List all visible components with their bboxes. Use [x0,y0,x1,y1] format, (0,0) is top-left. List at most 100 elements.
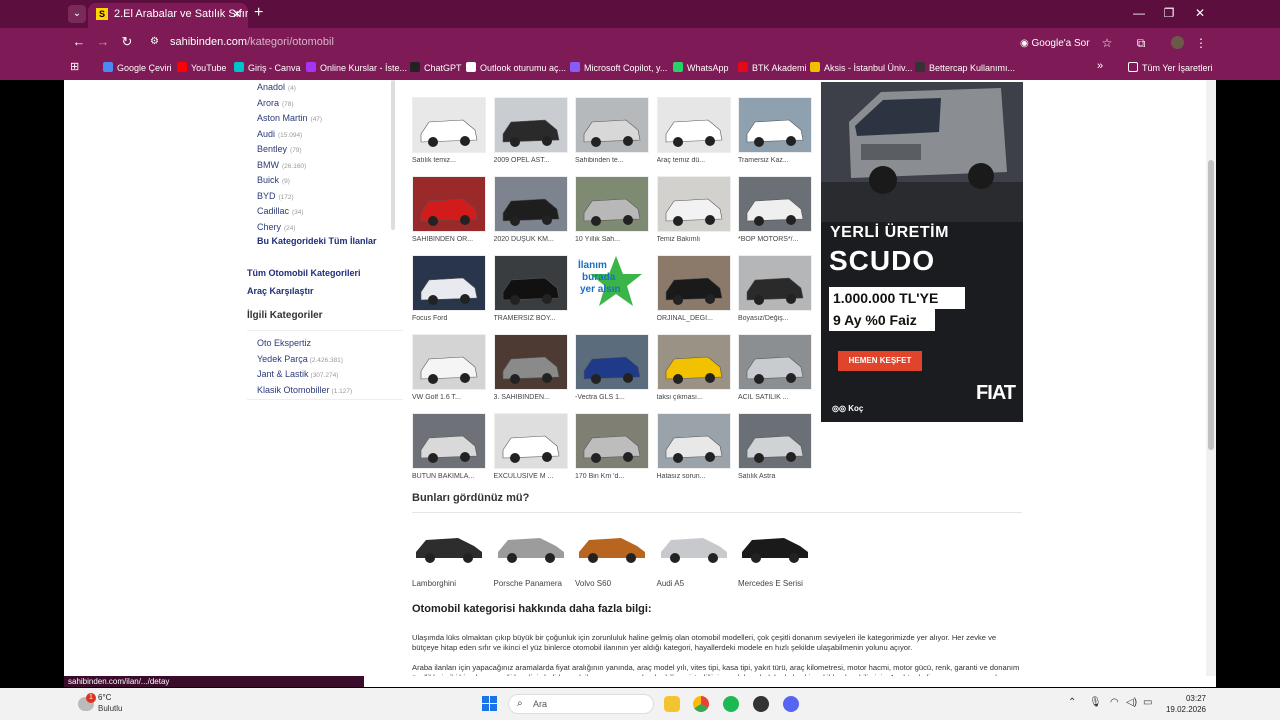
listing-thumbnail[interactable]: Araç temiz dü... [656,97,731,169]
listing-thumbnail[interactable]: 3. SAHİBİNDEN... [493,334,568,406]
window-close-icon[interactable]: ✕ [1193,6,1207,20]
bookmark-item[interactable]: YouTube [177,62,226,73]
listing-thumbnail[interactable]: 10 Yıllık Sah... [575,176,649,248]
apps-grid-icon[interactable]: ⊞ [70,60,79,73]
brand-item[interactable]: BYD (172) [257,191,397,207]
tab-close-icon[interactable]: ✕ [232,3,242,25]
brand-item[interactable]: Anadol (4) [257,82,397,98]
brand-item[interactable]: Arora (78) [257,98,397,114]
related-category-item[interactable]: Yedek Parça (2.426.381) [257,354,343,364]
chrome-icon[interactable] [693,696,709,712]
page-scrollbar[interactable] [1206,80,1216,676]
listing-thumbnail[interactable]: Sahibinden te... [575,97,649,169]
tab-search-icon[interactable]: ⌄ [68,5,86,23]
related-category-item[interactable]: Klasik Otomobiller (1.127) [257,385,352,395]
listing-thumbnail[interactable]: Tramersiz Kaz... [738,97,812,169]
bookmark-item[interactable]: BTK Akademi [738,62,807,73]
weather-widget[interactable]: 1 6°C Bulutlu [78,693,148,717]
listing-thumbnail[interactable]: ACİL SATILIK ... [738,334,812,406]
bookmark-item[interactable]: WhatsApp [673,62,729,73]
bookmarks-overflow-icon[interactable]: » [1097,60,1103,72]
ask-google-button[interactable]: ◉ Google'a Sor [1020,38,1090,49]
related-category-item[interactable]: Jant & Lastik (307.274) [257,369,338,379]
bookmark-item[interactable]: Bettercap Kullanımı... [915,62,1015,73]
suggested-car-label[interactable]: Lamborghini [412,579,456,588]
spotify-icon[interactable] [723,696,739,712]
post-your-ad-banner[interactable]: İlanım burada yer alsın [576,254,648,310]
bookmark-item[interactable]: Aksis - İstanbul Üniv... [810,62,912,73]
fiat-scudo-ad[interactable]: YERLİ ÜRETİM SCUDO 1.000.000 TL'YE 9 Ay … [821,82,1023,422]
brand-item[interactable]: BMW (26.160) [257,160,397,176]
listing-thumbnail[interactable]: Focus Ford [412,255,486,327]
listing-thumbnail[interactable]: ORJİNAL_DEĞİ... [656,255,731,327]
listing-thumbnail[interactable]: Satılık Astra [738,413,812,485]
file-explorer-icon[interactable] [664,696,680,712]
suggested-car-image[interactable] [575,526,649,576]
listing-thumbnail[interactable]: 2020 DÜŞÜK KM... [493,176,568,248]
steam-icon[interactable] [753,696,769,712]
listing-thumbnail[interactable]: EXCULUSİVE M ... [493,413,568,485]
listing-thumbnail[interactable]: SAHİBİNDEN OR... [412,176,486,248]
brand-item[interactable]: Bentley (79) [257,144,397,160]
brand-item[interactable]: Cadillac (34) [257,206,397,222]
suggested-car-label[interactable]: Mercedes E Serisi [738,579,803,588]
listing-thumbnail[interactable]: TRAMERSİZ BOY... [493,255,568,327]
listing-thumbnail[interactable]: Hatasız sorun... [656,413,731,485]
brand-list-scrollbar[interactable] [391,80,395,230]
ad-discover-button[interactable]: HEMEN KEŞFET [838,351,922,371]
reload-icon[interactable]: ↻ [120,35,134,49]
listing-thumbnail[interactable]: VW Golf 1.6 T... [412,334,486,406]
listing-thumbnail[interactable]: Satılık temiz... [412,97,486,169]
suggested-car-image[interactable] [738,526,812,576]
profile-avatar[interactable] [1169,36,1185,52]
compare-cars-link[interactable]: Araç Karşılaştır [247,286,314,296]
extensions-icon[interactable]: ⧉ [1133,36,1149,51]
microphone-icon[interactable]: 🎙 [1089,697,1102,708]
bookmark-item[interactable]: Outlook oturumu aç... [466,62,566,73]
back-icon[interactable]: ← [72,35,86,49]
listing-thumbnail[interactable]: Boyasız/Değiş... [738,255,812,327]
discord-icon[interactable] [783,696,799,712]
battery-icon[interactable]: ▭ [1143,697,1152,708]
bookmark-item[interactable]: ChatGPT [410,62,462,73]
brand-item[interactable]: Buick (9) [257,175,397,191]
site-info-icon[interactable]: ⚙ [150,31,159,53]
listing-thumbnail[interactable]: *BOP MOTORS*/... [738,176,812,248]
bookmark-item[interactable]: Microsoft Copilot, y... [570,62,667,73]
suggested-car-label[interactable]: Porsche Panamera [494,579,562,588]
tab-active[interactable]: S 2.El Arabalar ve Satılık Sıfır Km ✕ [88,3,248,28]
bookmark-item[interactable]: Online Kurslar - İste... [306,62,407,73]
wifi-icon[interactable]: ◠ [1110,697,1119,708]
restore-icon[interactable]: ❐ [1162,6,1176,20]
listing-thumbnail[interactable]: BÜTÜN BAKIMLA... [412,413,486,485]
bookmark-item[interactable]: Google Çeviri [103,62,172,73]
related-category-item[interactable]: Oto Ekspertiz [257,338,313,348]
bookmark-item[interactable]: Giriş - Canva [234,62,301,73]
listing-thumbnail[interactable]: -Vectra GLS 1... [575,334,649,406]
brand-item[interactable]: Audi (15.094) [257,129,397,145]
bookmark-star-icon[interactable]: ☆ [1099,36,1115,50]
windows-start-icon[interactable] [482,696,498,712]
listing-thumbnail[interactable]: 2009 OPEL AST... [493,97,568,169]
browser-menu-icon[interactable]: ⋮ [1193,36,1209,50]
taskbar-search[interactable]: ⌕ Ara [508,694,654,714]
page-scroll-thumb[interactable] [1208,160,1214,450]
address-bar[interactable]: ⚙ sahibinden.com/kategori/otomobil [140,31,1140,53]
minimize-icon[interactable]: — [1132,6,1146,20]
listing-thumbnail[interactable]: 170 Bin Km 'd... [575,413,649,485]
suggested-car-image[interactable] [494,526,568,576]
suggested-car-image[interactable] [412,526,486,576]
volume-icon[interactable]: ◁) [1126,697,1137,708]
forward-icon[interactable]: → [96,35,110,49]
new-tab-icon[interactable]: + [254,4,270,22]
all-bookmarks-folder[interactable]: Tüm Yer İşaretleri [1128,62,1213,73]
suggested-car-label[interactable]: Audi A5 [657,579,685,588]
brand-item[interactable]: Chery (24) [257,222,397,238]
brand-item[interactable]: Aston Martin (47) [257,113,397,129]
listing-thumbnail[interactable]: Temiz Bakımlı [656,176,731,248]
suggested-car-label[interactable]: Volvo S60 [575,579,611,588]
tray-overflow-icon[interactable]: ⌃ [1068,697,1076,708]
all-in-category-link[interactable]: Bu Kategorideki Tüm İlanlar [257,236,377,246]
all-categories-link[interactable]: Tüm Otomobil Kategorileri [247,268,361,278]
listing-thumbnail[interactable]: taksi çıkması... [656,334,731,406]
